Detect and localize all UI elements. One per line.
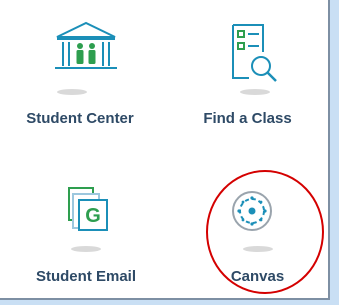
icon-shadow xyxy=(243,246,273,252)
student-center-tile[interactable]: Student Center xyxy=(0,0,165,150)
student-email-label: Student Email xyxy=(35,268,136,285)
canvas-tile[interactable]: Canvas xyxy=(165,150,330,300)
search-list-icon xyxy=(223,22,283,88)
building-people-icon xyxy=(51,20,121,80)
student-email-tile[interactable]: G Student Email xyxy=(0,150,165,300)
canvas-logo-icon xyxy=(231,190,273,232)
find-a-class-tile[interactable]: Find a Class xyxy=(165,0,330,150)
canvas-label: Canvas xyxy=(230,268,285,285)
find-a-class-label: Find a Class xyxy=(203,110,292,127)
app-launcher-panel: Student Center Find a Class G Student Em… xyxy=(0,0,330,300)
student-center-label: Student Center xyxy=(26,110,134,127)
icon-shadow xyxy=(57,89,87,95)
icon-shadow xyxy=(71,246,101,252)
gmail-g-letter: G xyxy=(85,205,101,227)
gmail-g-icon: G xyxy=(63,184,113,234)
icon-shadow xyxy=(240,89,270,95)
